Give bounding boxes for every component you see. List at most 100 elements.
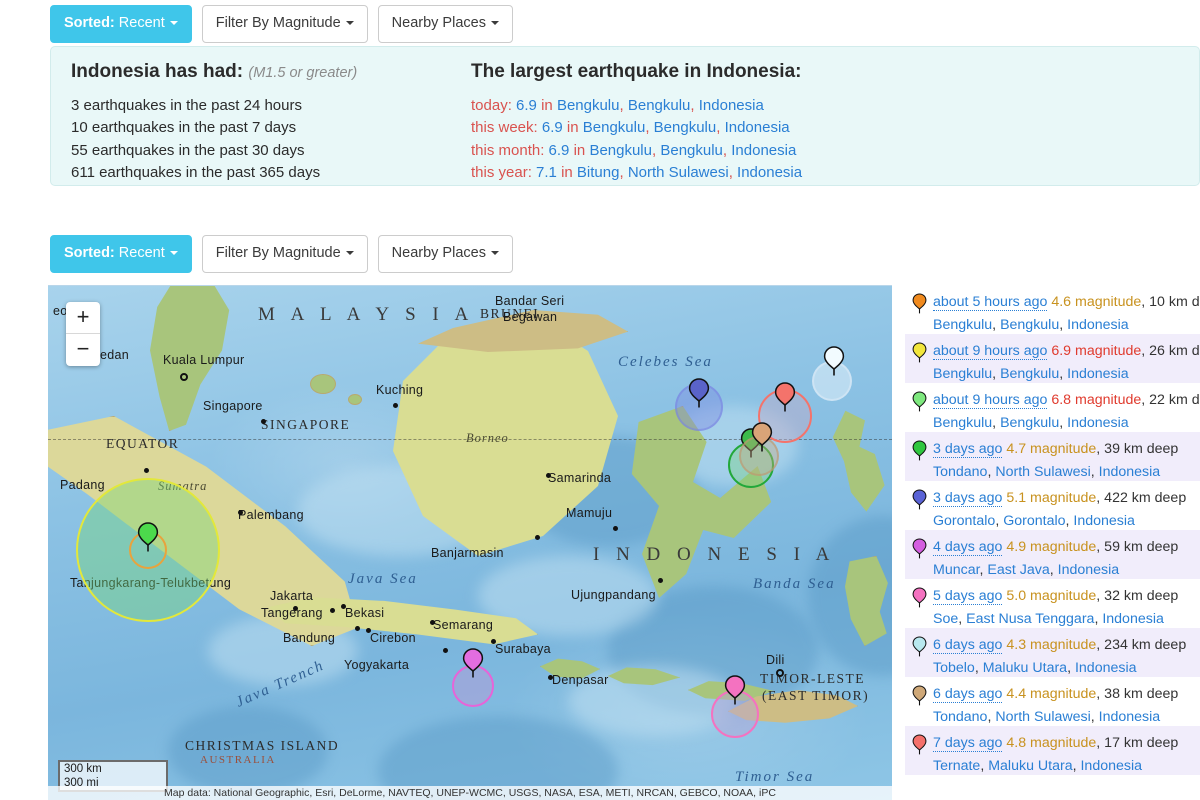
earthquake-place-link[interactable]: Indonesia: [1102, 611, 1164, 627]
earthquake-place-link[interactable]: Indonesia: [1075, 660, 1137, 676]
earthquake-place-link[interactable]: Indonesia: [1099, 464, 1161, 480]
place-link[interactable]: North Sulawesi: [628, 164, 729, 181]
map-pin-icon[interactable]: [462, 648, 484, 678]
earthquake-time-link[interactable]: 3 days ago: [933, 490, 1003, 507]
place-link[interactable]: Bitung: [577, 164, 620, 181]
earthquake-depth: , 10 km deep: [1141, 294, 1200, 310]
magnitude-link[interactable]: 6.9: [542, 119, 563, 136]
earthquake-list-item[interactable]: 3 days ago 5.1 magnitude, 422 km deep Gor…: [905, 481, 1200, 530]
largest-quake-line: today: 6.9 in Bengkulu, Bengkulu, Indone…: [471, 97, 764, 114]
earthquake-list-item[interactable]: about 9 hours ago 6.8 magnitude, 22 km d…: [905, 383, 1200, 432]
summary-title-text: Indonesia has had:: [71, 61, 244, 82]
earthquake-list-item[interactable]: about 9 hours ago 6.9 magnitude, 26 km d…: [905, 334, 1200, 383]
earthquake-place-link[interactable]: East Nusa Tenggara: [966, 611, 1094, 627]
earthquake-list[interactable]: about 5 hours ago 4.6 magnitude, 10 km d…: [905, 285, 1200, 800]
earthquake-place-link[interactable]: Indonesia: [1067, 415, 1129, 431]
earthquake-list-item[interactable]: about 5 hours ago 4.6 magnitude, 10 km d…: [905, 285, 1200, 334]
earthquake-time-link[interactable]: 7 days ago: [933, 735, 1003, 752]
earthquake-place-link[interactable]: Muncar: [933, 562, 980, 578]
earthquake-list-item[interactable]: 6 days ago 4.4 magnitude, 38 km deep Tond…: [905, 677, 1200, 726]
earthquake-map[interactable]: M A L A Y S I AI N D O N E S I A BRUNEI SI…: [48, 285, 892, 800]
earthquake-place-link[interactable]: Bengkulu: [933, 366, 992, 382]
earthquake-magnitude: 4.3 magnitude: [1006, 637, 1097, 653]
earthquake-place-link[interactable]: Indonesia: [1067, 317, 1129, 333]
earthquake-place-link[interactable]: Indonesia: [1073, 513, 1135, 529]
earthquake-place-link[interactable]: Bengkulu: [933, 415, 992, 431]
map-pin-icon[interactable]: [774, 382, 796, 412]
nearby-places-button-top[interactable]: Nearby Places: [377, 5, 513, 43]
earthquake-time-link[interactable]: 4 days ago: [933, 539, 1003, 556]
earthquake-time-link[interactable]: 6 days ago: [933, 637, 1003, 654]
earthquake-time-link[interactable]: 6 days ago: [933, 686, 1003, 703]
earthquake-list-item[interactable]: 5 days ago 5.0 magnitude, 32 km deep Soe,…: [905, 579, 1200, 628]
earthquake-place-link[interactable]: Bengkulu: [1000, 415, 1059, 431]
map-city-dot: [341, 604, 346, 609]
list-pin-icon: [912, 342, 927, 363]
earthquake-place-link[interactable]: Bengkulu: [1000, 317, 1059, 333]
map-pin-icon[interactable]: [751, 422, 773, 452]
place-link[interactable]: Bengkulu: [654, 119, 717, 136]
place-link[interactable]: Indonesia: [731, 142, 796, 159]
place-link[interactable]: Indonesia: [725, 119, 790, 136]
earthquake-place-link[interactable]: Bengkulu: [933, 317, 992, 333]
earthquake-place-link[interactable]: Maluku Utara: [988, 758, 1072, 774]
place-link[interactable]: Bengkulu: [660, 142, 723, 159]
earthquake-place-link[interactable]: North Sulawesi: [995, 464, 1090, 480]
zoom-out-button[interactable]: −: [66, 334, 100, 366]
earthquake-list-item[interactable]: 4 days ago 4.9 magnitude, 59 km deep Munc…: [905, 530, 1200, 579]
earthquake-place-link[interactable]: Tobelo: [933, 660, 975, 676]
earthquake-list-item[interactable]: 7 days ago 4.8 magnitude, 17 km deep Tern…: [905, 726, 1200, 775]
map-canvas[interactable]: M A L A Y S I AI N D O N E S I A BRUNEI SI…: [48, 286, 892, 800]
earthquake-depth: , 39 km deep: [1096, 441, 1179, 457]
earthquake-place-link[interactable]: Tondano: [933, 709, 987, 725]
sort-button-top[interactable]: Sorted: Recent: [50, 5, 192, 43]
earthquake-time-link[interactable]: about 9 hours ago: [933, 343, 1048, 360]
earthquake-place-link[interactable]: North Sulawesi: [995, 709, 1090, 725]
comma-separator: ,: [1090, 708, 1099, 725]
magnitude-link[interactable]: 6.9: [516, 97, 537, 114]
earthquake-place-link[interactable]: Indonesia: [1080, 758, 1142, 774]
earthquake-place-link[interactable]: Bengkulu: [1000, 366, 1059, 382]
earthquake-place-link[interactable]: Soe: [933, 611, 958, 627]
earthquake-place-link[interactable]: Maluku Utara: [983, 660, 1067, 676]
earthquake-list-item[interactable]: 3 days ago 4.7 magnitude, 39 km deep Tond…: [905, 432, 1200, 481]
earthquake-place-line: Tondano, North Sulawesi, Indonesia: [933, 461, 1200, 482]
place-link[interactable]: Bengkulu: [628, 97, 691, 114]
magnitude-link[interactable]: 7.1: [536, 164, 557, 181]
comma-separator: ,: [1059, 365, 1068, 382]
place-link[interactable]: Indonesia: [699, 97, 764, 114]
earthquake-place-link[interactable]: Indonesia: [1058, 562, 1120, 578]
earthquake-place-link[interactable]: Tondano: [933, 464, 987, 480]
place-link[interactable]: Bengkulu: [557, 97, 620, 114]
earthquake-place-link[interactable]: Indonesia: [1099, 709, 1161, 725]
magnitude-link[interactable]: 6.9: [549, 142, 570, 159]
earthquake-time-link[interactable]: 3 days ago: [933, 441, 1003, 458]
earthquake-place-link[interactable]: Gorontalo: [933, 513, 995, 529]
earthquake-place-link[interactable]: East Java: [987, 562, 1049, 578]
summary-qualifier: (M1.5 or greater): [248, 65, 358, 81]
list-pin-icon: [912, 293, 927, 314]
place-link[interactable]: Indonesia: [737, 164, 802, 181]
toolbar-top: Sorted: Recent Filter By Magnitude Nearb…: [50, 5, 513, 43]
earthquake-place-link[interactable]: Gorontalo: [1003, 513, 1065, 529]
sort-button-map[interactable]: Sorted: Recent: [50, 235, 192, 273]
earthquake-time-link[interactable]: about 5 hours ago: [933, 294, 1048, 311]
place-link[interactable]: Bengkulu: [589, 142, 652, 159]
map-pin-icon[interactable]: [137, 522, 159, 552]
sort-value: Recent: [118, 15, 165, 31]
summary-count-line: 3 earthquakes in the past 24 hours: [71, 97, 302, 114]
earthquake-time-link[interactable]: 5 days ago: [933, 588, 1003, 605]
earthquake-place-link[interactable]: Ternate: [933, 758, 980, 774]
place-link[interactable]: Bengkulu: [583, 119, 646, 136]
map-pin-icon[interactable]: [724, 675, 746, 705]
zoom-in-button[interactable]: +: [66, 302, 100, 334]
map-pin-icon[interactable]: [823, 346, 845, 376]
nearby-places-button-map[interactable]: Nearby Places: [377, 235, 513, 273]
map-zoom-control: + −: [66, 302, 100, 366]
filter-by-magnitude-button-map[interactable]: Filter By Magnitude: [201, 235, 368, 273]
map-pin-icon[interactable]: [688, 378, 710, 408]
earthquake-place-link[interactable]: Indonesia: [1067, 366, 1129, 382]
earthquake-list-item[interactable]: 6 days ago 4.3 magnitude, 234 km deep Tob…: [905, 628, 1200, 677]
filter-by-magnitude-button-top[interactable]: Filter By Magnitude: [201, 5, 368, 43]
earthquake-time-link[interactable]: about 9 hours ago: [933, 392, 1048, 409]
